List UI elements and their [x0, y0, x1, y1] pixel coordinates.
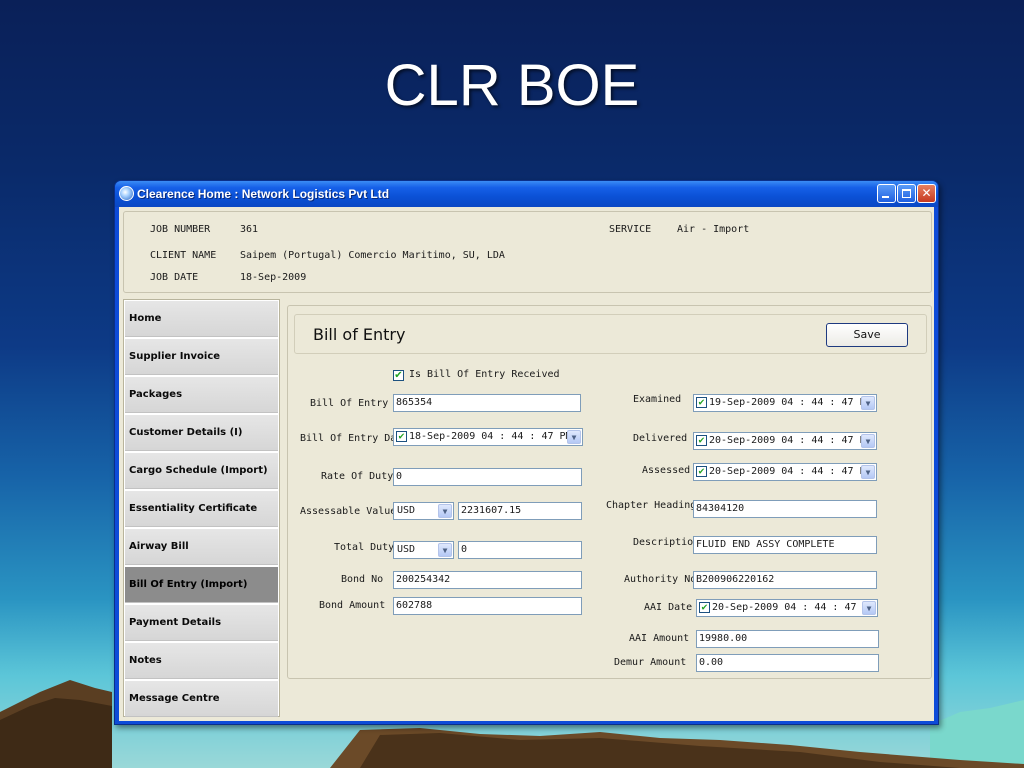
- aai-date-checkbox[interactable]: ✔: [699, 602, 710, 613]
- assessed-value: 20-Sep-2009 04 : 44 : 47 PM: [709, 466, 872, 477]
- assessable-value-label: Assessable Value: [300, 506, 397, 517]
- window-client-area: JOB NUMBER 361 CLIENT NAME Saipem (Portu…: [119, 207, 934, 721]
- app-globe-icon: [119, 186, 134, 201]
- chapter-heading-input[interactable]: 84304120: [693, 500, 877, 518]
- assessed-label: Assessed: [642, 465, 691, 476]
- examined-checkbox[interactable]: ✔: [696, 397, 707, 408]
- job-number-value: 361: [240, 224, 259, 235]
- chevron-down-icon[interactable]: ▼: [567, 430, 581, 444]
- aai-date-label: AAI Date: [644, 602, 693, 613]
- total-duty-currency: USD: [397, 544, 416, 555]
- is-received-checkbox[interactable]: ✔: [393, 370, 404, 381]
- authority-no-label: Authority No: [624, 574, 697, 585]
- bond-no-label: Bond No: [341, 574, 384, 585]
- delivered-date-picker[interactable]: ✔ 20-Sep-2009 04 : 44 : 47 PM ▼: [693, 432, 877, 450]
- bill-of-entry-date-value: 18-Sep-2009 04 : 44 : 47 PM: [409, 431, 572, 442]
- title-bar[interactable]: Clearence Home : Network Logistics Pvt L…: [115, 181, 938, 207]
- description-label: Description: [633, 537, 700, 548]
- minimize-button[interactable]: [877, 184, 896, 203]
- service-value: Air - Import: [677, 224, 750, 235]
- examined-date-picker[interactable]: ✔ 19-Sep-2009 04 : 44 : 47 PM ▼: [693, 394, 877, 412]
- maximize-button[interactable]: [897, 184, 916, 203]
- sidebar-item-notes[interactable]: Notes: [125, 643, 278, 679]
- app-window: Clearence Home : Network Logistics Pvt L…: [114, 180, 939, 725]
- chevron-down-icon[interactable]: ▼: [862, 601, 876, 615]
- aai-date-picker[interactable]: ✔ 20-Sep-2009 04 : 44 : 47 PM ▼: [696, 599, 878, 617]
- sidebar-item-customer-details[interactable]: Customer Details (I): [125, 415, 278, 451]
- aai-amount-label: AAI Amount: [629, 633, 690, 644]
- sidebar-item-cargo-schedule[interactable]: Cargo Schedule (Import): [125, 453, 278, 489]
- job-header-panel: JOB NUMBER 361 CLIENT NAME Saipem (Portu…: [123, 211, 932, 293]
- aai-amount-input[interactable]: 19980.00: [696, 630, 879, 648]
- chevron-down-icon[interactable]: ▼: [438, 504, 452, 518]
- sidebar-nav: Home Supplier Invoice Packages Customer …: [123, 299, 280, 717]
- job-date-value: 18-Sep-2009: [240, 272, 307, 283]
- minimize-icon: [882, 196, 889, 198]
- sidebar-item-supplier-invoice[interactable]: Supplier Invoice: [125, 339, 278, 375]
- maximize-icon: [902, 189, 911, 198]
- chevron-down-icon[interactable]: ▼: [861, 396, 875, 410]
- bill-of-entry-date-picker[interactable]: ✔ 18-Sep-2009 04 : 44 : 47 PM ▼: [393, 428, 583, 446]
- chevron-down-icon[interactable]: ▼: [861, 434, 875, 448]
- save-button[interactable]: Save: [826, 323, 908, 347]
- chevron-down-icon[interactable]: ▼: [861, 465, 875, 479]
- bill-of-entry-no-input[interactable]: 865354: [393, 394, 581, 412]
- bond-no-input[interactable]: 200254342: [393, 571, 582, 589]
- bill-of-entry-panel: Bill of Entry Save ✔ Is Bill Of Entry Re…: [287, 305, 932, 679]
- examined-label: Examined: [633, 394, 682, 405]
- client-name-label: CLIENT NAME: [150, 250, 217, 261]
- demur-amount-label: Demur Amount: [614, 657, 687, 668]
- job-date-label: JOB DATE: [150, 272, 199, 283]
- description-input[interactable]: FLUID END ASSY COMPLETE: [693, 536, 877, 554]
- chevron-down-icon[interactable]: ▼: [438, 543, 452, 557]
- total-duty-currency-select[interactable]: USD ▼: [393, 541, 454, 559]
- bond-amount-input[interactable]: 602788: [393, 597, 582, 615]
- close-icon: ✕: [921, 186, 932, 200]
- assessable-value-currency-select[interactable]: USD ▼: [393, 502, 454, 520]
- bill-of-entry-date-checkbox[interactable]: ✔: [396, 431, 407, 442]
- rate-of-duty-label: Rate Of Duty: [321, 471, 394, 482]
- assessable-value-input[interactable]: 2231607.15: [458, 502, 582, 520]
- service-label: SERVICE: [609, 224, 652, 235]
- delivered-value: 20-Sep-2009 04 : 44 : 47 PM: [709, 435, 872, 446]
- sidebar-item-bill-of-entry[interactable]: Bill Of Entry (Import): [125, 567, 278, 603]
- form-title: Bill of Entry: [313, 325, 406, 344]
- window-title: Clearence Home : Network Logistics Pvt L…: [137, 187, 390, 201]
- chapter-heading-label: Chapter Heading: [606, 500, 697, 511]
- sidebar-item-payment-details[interactable]: Payment Details: [125, 605, 278, 641]
- assessable-value-currency: USD: [397, 505, 416, 516]
- is-received-label: Is Bill Of Entry Received: [409, 369, 560, 380]
- examined-value: 19-Sep-2009 04 : 44 : 47 PM: [709, 397, 872, 408]
- total-duty-input[interactable]: 0: [458, 541, 582, 559]
- aai-date-value: 20-Sep-2009 04 : 44 : 47 PM: [712, 602, 875, 613]
- demur-amount-input[interactable]: 0.00: [696, 654, 879, 672]
- close-button[interactable]: ✕: [917, 184, 936, 203]
- sidebar-item-home[interactable]: Home: [125, 301, 278, 337]
- delivered-label: Delivered: [633, 433, 688, 444]
- slide-title: CLR BOE: [384, 53, 640, 118]
- sidebar-item-airway-bill[interactable]: Airway Bill: [125, 529, 278, 565]
- delivered-checkbox[interactable]: ✔: [696, 435, 707, 446]
- bond-amount-label: Bond Amount: [319, 600, 386, 611]
- form-header: Bill of Entry Save: [294, 314, 927, 354]
- sidebar-item-message-centre[interactable]: Message Centre: [125, 681, 278, 717]
- authority-no-input[interactable]: B200906220162: [693, 571, 877, 589]
- total-duty-label: Total Duty: [334, 542, 395, 553]
- client-name-value: Saipem (Portugal) Comercio Maritimo, SU,…: [240, 250, 505, 261]
- bill-of-entry-no-label: Bill Of Entry No: [310, 398, 407, 409]
- sidebar-item-packages[interactable]: Packages: [125, 377, 278, 413]
- assessed-checkbox[interactable]: ✔: [696, 466, 707, 477]
- rate-of-duty-input[interactable]: 0: [393, 468, 582, 486]
- job-number-label: JOB NUMBER: [150, 224, 211, 235]
- sidebar-item-essentiality-certificate[interactable]: Essentiality Certificate: [125, 491, 278, 527]
- assessed-date-picker[interactable]: ✔ 20-Sep-2009 04 : 44 : 47 PM ▼: [693, 463, 877, 481]
